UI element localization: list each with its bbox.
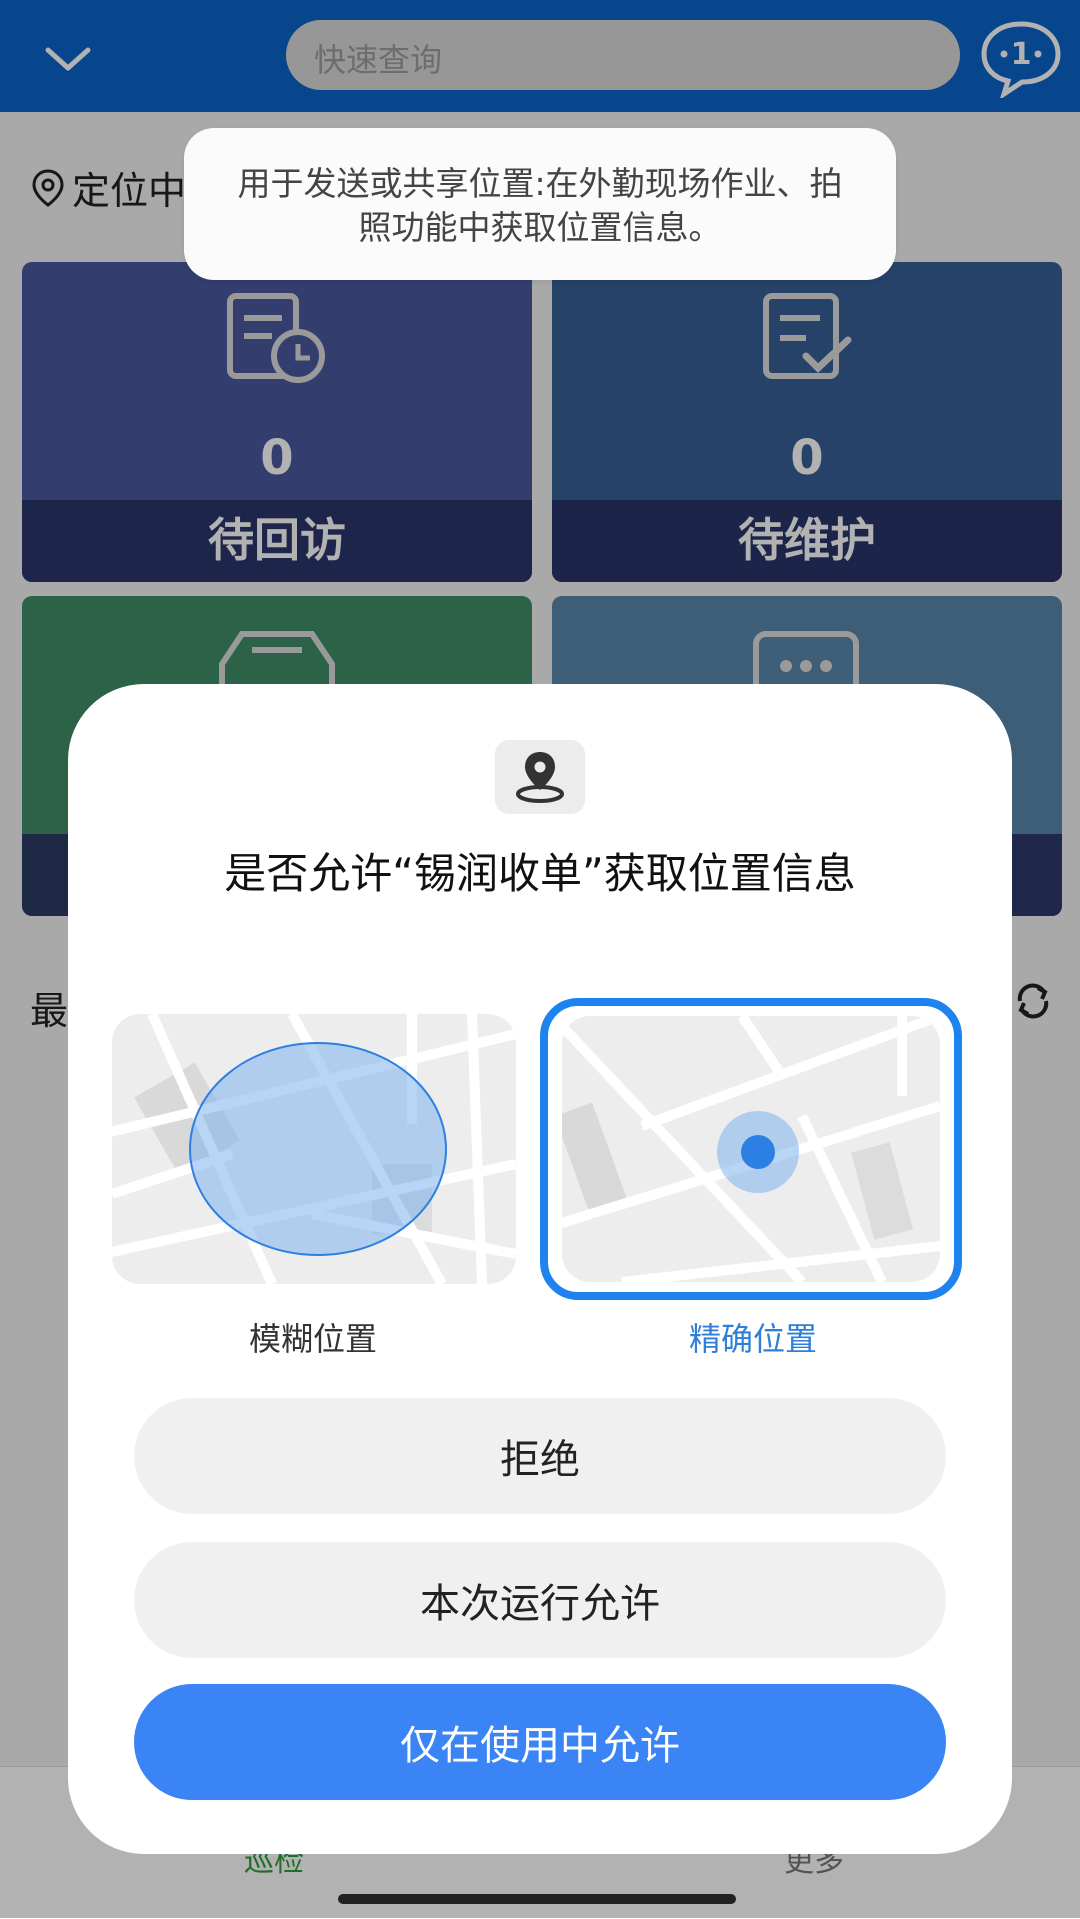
precise-location-option[interactable] — [540, 998, 962, 1300]
home-indicator[interactable] — [338, 1894, 736, 1904]
deny-button[interactable]: 拒绝 — [134, 1398, 946, 1514]
permission-tooltip: 用于发送或共享位置:在外勤现场作业、拍照功能中获取位置信息。 — [184, 128, 896, 280]
precise-location-label[interactable]: 精确位置 — [538, 1314, 968, 1360]
allow-while-using-button[interactable]: 仅在使用中允许 — [134, 1684, 946, 1800]
location-permission-dialog: 是否允许“锡润收单”获取位置信息 模糊位置 精确位置 拒绝 本次运行允许 仅在使… — [68, 684, 1012, 1854]
location-icon-container — [495, 740, 585, 814]
location-pin-icon — [516, 752, 564, 803]
approximate-map-image — [112, 1014, 516, 1284]
allow-once-button[interactable]: 本次运行允许 — [134, 1542, 946, 1658]
tooltip-text: 用于发送或共享位置:在外勤现场作业、拍照功能中获取位置信息。 — [237, 164, 843, 247]
approximate-location-label[interactable]: 模糊位置 — [108, 1314, 518, 1360]
approximate-location-option[interactable] — [112, 1014, 516, 1284]
precise-map-image — [562, 1016, 940, 1282]
dialog-title: 是否允许“锡润收单”获取位置信息 — [224, 849, 856, 898]
